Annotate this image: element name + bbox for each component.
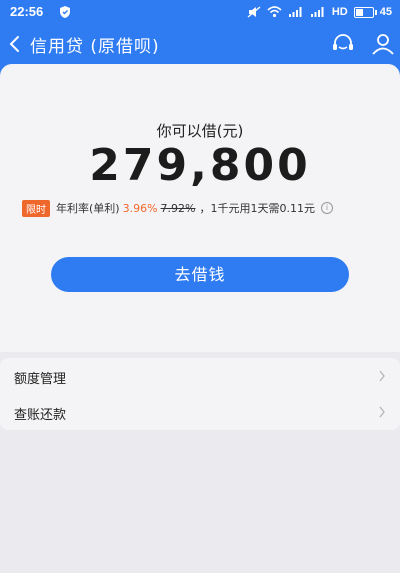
menu-item-bill-repayment[interactable]: 查账还款 bbox=[0, 394, 400, 430]
menu-item-label: 查账还款 bbox=[14, 408, 67, 423]
info-icon[interactable]: i bbox=[321, 202, 333, 214]
rate-prefix: 年利率(单利) bbox=[56, 202, 120, 215]
back-icon[interactable] bbox=[4, 32, 26, 56]
nav-bar: 信用贷 (原借呗) bbox=[0, 24, 400, 64]
chevron-right-icon bbox=[379, 406, 385, 418]
rate-old: 7.92% bbox=[160, 201, 196, 215]
signal-icon bbox=[288, 7, 302, 17]
network-label: HD bbox=[331, 6, 348, 18]
customer-service-icon[interactable] bbox=[330, 31, 356, 57]
menu-item-label: 额度管理 bbox=[14, 372, 67, 387]
menu-item-limit-management[interactable]: 额度管理 bbox=[0, 358, 400, 394]
loan-label: 你可以借(元) bbox=[156, 122, 244, 140]
wifi-icon bbox=[267, 6, 282, 18]
signal-icon bbox=[310, 7, 324, 17]
user-icon[interactable] bbox=[370, 31, 396, 57]
battery-icon bbox=[353, 6, 377, 18]
limited-time-badge: 限时 bbox=[22, 199, 50, 217]
rate-row: 限时 年利率(单利) 3.96% 7.92% ，1千元用1天需0.11元 i bbox=[22, 199, 382, 217]
battery-level: 45 bbox=[379, 6, 392, 18]
chevron-right-icon bbox=[379, 370, 385, 382]
rate-new: 3.96% bbox=[122, 201, 158, 215]
shield-icon bbox=[60, 6, 70, 18]
loan-card: 你可以借(元) 279,800 限时 年利率(单利) 3.96% 7.92% ，… bbox=[0, 64, 400, 352]
page-title: 信用贷 (原借呗) bbox=[30, 37, 160, 57]
status-time: 22:56 bbox=[10, 4, 44, 19]
mute-icon bbox=[247, 6, 261, 18]
loan-amount: 279,800 bbox=[89, 140, 311, 191]
borrow-button[interactable]: 去借钱 bbox=[51, 257, 349, 292]
rate-suffix: ，1千元用1天需0.11元 bbox=[199, 202, 316, 215]
menu-card: 额度管理 查账还款 bbox=[0, 358, 400, 430]
status-icons: HD 45 bbox=[247, 3, 392, 21]
status-bar: 22:56 HD 45 bbox=[0, 0, 400, 24]
